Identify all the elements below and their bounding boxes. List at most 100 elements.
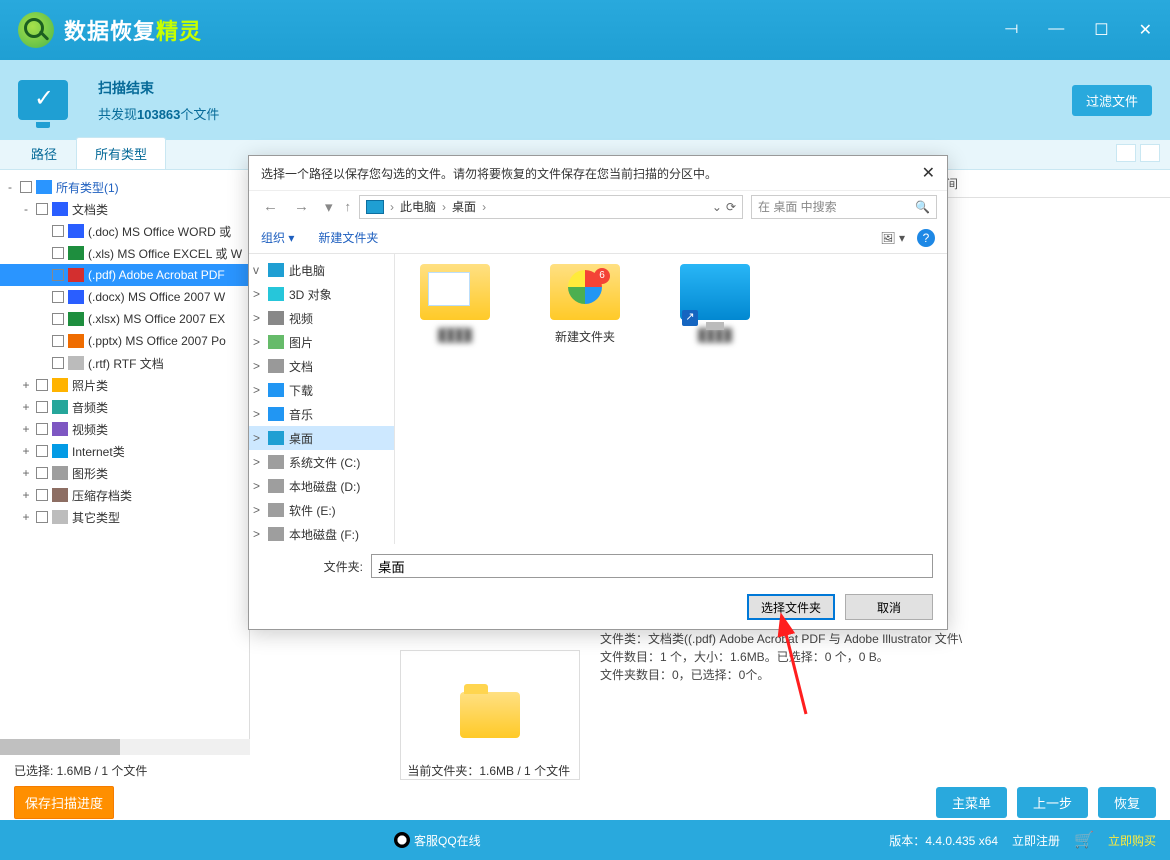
file-icon: 6 bbox=[550, 264, 620, 320]
nav-tree-item[interactable]: >图片 bbox=[249, 330, 394, 354]
dialog-close-button[interactable]: ✕ bbox=[922, 163, 935, 183]
tab-all-types[interactable]: 所有类型 bbox=[76, 137, 166, 169]
checkbox-icon[interactable] bbox=[36, 203, 48, 215]
nav-tree-item[interactable]: >本地磁盘 (F:) bbox=[249, 522, 394, 544]
options-icon[interactable]: ⟞ bbox=[1005, 20, 1018, 40]
tab-path[interactable]: 路径 bbox=[12, 137, 76, 169]
location-icon bbox=[268, 455, 284, 469]
folder-name-input[interactable] bbox=[371, 554, 933, 578]
location-icon bbox=[268, 407, 284, 421]
dialog-nav-tree[interactable]: v此电脑>3D 对象>视频>图片>文档>下载>音乐>桌面>系统文件 (C:)>本… bbox=[249, 254, 395, 544]
dialog-file-list[interactable]: ████ 6新建文件夹 ████ bbox=[395, 254, 947, 544]
tree-item[interactable]: +其它类型 bbox=[0, 506, 249, 528]
nav-tree-item[interactable]: >3D 对象 bbox=[249, 282, 394, 306]
filetype-icon bbox=[68, 290, 84, 304]
tree-item[interactable]: +音频类 bbox=[0, 396, 249, 418]
view-list-icon[interactable] bbox=[1140, 144, 1160, 162]
tree-item[interactable]: +图形类 bbox=[0, 462, 249, 484]
cart-icon: 🛒 bbox=[1074, 830, 1094, 850]
selected-summary: 已选择: 1.6MB / 1 个文件 bbox=[14, 762, 147, 779]
view-grid-icon[interactable] bbox=[1116, 144, 1136, 162]
minimize-button[interactable]: — bbox=[1048, 20, 1064, 40]
breadcrumb[interactable]: › 此电脑 › 桌面 › ⌄⟳ bbox=[359, 195, 743, 219]
help-icon[interactable]: ? bbox=[917, 229, 935, 247]
checkbox-icon[interactable] bbox=[36, 401, 48, 413]
tree-item[interactable]: -所有类型(1) bbox=[0, 176, 249, 198]
tree-item[interactable]: (.docx) MS Office 2007 W bbox=[0, 286, 249, 308]
checkbox-icon[interactable] bbox=[52, 313, 64, 325]
filetype-icon bbox=[52, 510, 68, 524]
nav-tree-item[interactable]: >本地磁盘 (D:) bbox=[249, 474, 394, 498]
checkbox-icon[interactable] bbox=[52, 291, 64, 303]
nav-back-icon[interactable]: ← bbox=[259, 198, 282, 215]
nav-tree-item[interactable]: >桌面 bbox=[249, 426, 394, 450]
checkbox-icon[interactable] bbox=[52, 357, 64, 369]
qq-support-button[interactable]: 客服QQ在线 bbox=[394, 832, 481, 849]
search-input[interactable]: 在 桌面 中搜索🔍 bbox=[751, 195, 937, 219]
filetype-icon bbox=[52, 444, 68, 458]
location-icon bbox=[268, 431, 284, 445]
sidebar-tree[interactable]: -所有类型(1)-文档类(.doc) MS Office WORD 或(.xls… bbox=[0, 170, 250, 755]
view-mode-icon[interactable]: 🖼 ▾ bbox=[880, 231, 905, 245]
tree-item[interactable]: (.pptx) MS Office 2007 Po bbox=[0, 330, 249, 352]
refresh-icon[interactable]: ⟳ bbox=[726, 200, 736, 214]
file-icon bbox=[420, 264, 490, 320]
folder-name-label: 文件夹: bbox=[263, 558, 363, 575]
checkbox-icon[interactable] bbox=[36, 467, 48, 479]
tree-item[interactable]: +Internet类 bbox=[0, 440, 249, 462]
tree-item[interactable]: +视频类 bbox=[0, 418, 249, 440]
current-folder-summary: 当前文件夹：1.6MB / 1 个文件 bbox=[407, 762, 570, 779]
checkbox-icon[interactable] bbox=[36, 423, 48, 435]
file-item[interactable]: 6新建文件夹 bbox=[535, 264, 635, 345]
tree-item[interactable]: -文档类 bbox=[0, 198, 249, 220]
filetype-icon bbox=[52, 422, 68, 436]
organize-button[interactable]: 组织 ▾ bbox=[261, 229, 294, 246]
app-logo-icon bbox=[18, 12, 54, 48]
cancel-button[interactable]: 取消 bbox=[845, 594, 933, 620]
tree-item[interactable]: (.rtf) RTF 文档 bbox=[0, 352, 249, 374]
tree-item[interactable]: (.doc) MS Office WORD 或 bbox=[0, 220, 249, 242]
nav-tree-item[interactable]: >音乐 bbox=[249, 402, 394, 426]
buy-link[interactable]: 立即购买 bbox=[1108, 832, 1156, 849]
recover-button[interactable]: 恢复 bbox=[1098, 787, 1156, 818]
filter-files-button[interactable]: 过滤文件 bbox=[1072, 85, 1152, 116]
nav-tree-item[interactable]: >软件 (E:) bbox=[249, 498, 394, 522]
file-item[interactable]: ████ bbox=[405, 264, 505, 342]
horizontal-scrollbar[interactable] bbox=[0, 739, 250, 755]
nav-up-icon[interactable]: ↑ bbox=[345, 199, 352, 214]
app-name: 数据恢复精灵 bbox=[64, 14, 202, 46]
tree-item[interactable]: +照片类 bbox=[0, 374, 249, 396]
tree-item[interactable]: (.xls) MS Office EXCEL 或 W bbox=[0, 242, 249, 264]
nav-tree-item[interactable]: >系统文件 (C:) bbox=[249, 450, 394, 474]
maximize-button[interactable]: ☐ bbox=[1094, 20, 1108, 40]
main-menu-button[interactable]: 主菜单 bbox=[936, 787, 1007, 818]
checkbox-icon[interactable] bbox=[52, 269, 64, 281]
nav-tree-item[interactable]: >视频 bbox=[249, 306, 394, 330]
checkbox-icon[interactable] bbox=[36, 445, 48, 457]
nav-recent-icon[interactable]: ▾ bbox=[321, 198, 337, 216]
file-item[interactable]: ████ bbox=[665, 264, 765, 342]
nav-forward-icon[interactable]: → bbox=[290, 198, 313, 215]
tree-item[interactable]: +压缩存档类 bbox=[0, 484, 249, 506]
nav-tree-item[interactable]: >文档 bbox=[249, 354, 394, 378]
checkbox-icon[interactable] bbox=[52, 335, 64, 347]
close-button[interactable]: ✕ bbox=[1139, 20, 1152, 40]
tree-item[interactable]: (.xlsx) MS Office 2007 EX bbox=[0, 308, 249, 330]
checkbox-icon[interactable] bbox=[52, 225, 64, 237]
save-scan-button[interactable]: 保存扫描进度 bbox=[14, 786, 114, 819]
checkbox-icon[interactable] bbox=[52, 247, 64, 259]
filetype-icon bbox=[52, 378, 68, 392]
register-link[interactable]: 立即注册 bbox=[1012, 832, 1060, 849]
checkbox-icon[interactable] bbox=[36, 489, 48, 501]
checkbox-icon[interactable] bbox=[20, 181, 32, 193]
nav-tree-item[interactable]: >下载 bbox=[249, 378, 394, 402]
select-folder-button[interactable]: 选择文件夹 bbox=[747, 594, 835, 620]
folder-icon bbox=[460, 692, 520, 738]
nav-tree-item[interactable]: v此电脑 bbox=[249, 258, 394, 282]
tree-item[interactable]: (.pdf) Adobe Acrobat PDF bbox=[0, 264, 249, 286]
checkbox-icon[interactable] bbox=[36, 511, 48, 523]
scan-title: 扫描结束 bbox=[98, 78, 219, 98]
new-folder-button[interactable]: 新建文件夹 bbox=[318, 229, 378, 246]
checkbox-icon[interactable] bbox=[36, 379, 48, 391]
previous-button[interactable]: 上一步 bbox=[1017, 787, 1088, 818]
